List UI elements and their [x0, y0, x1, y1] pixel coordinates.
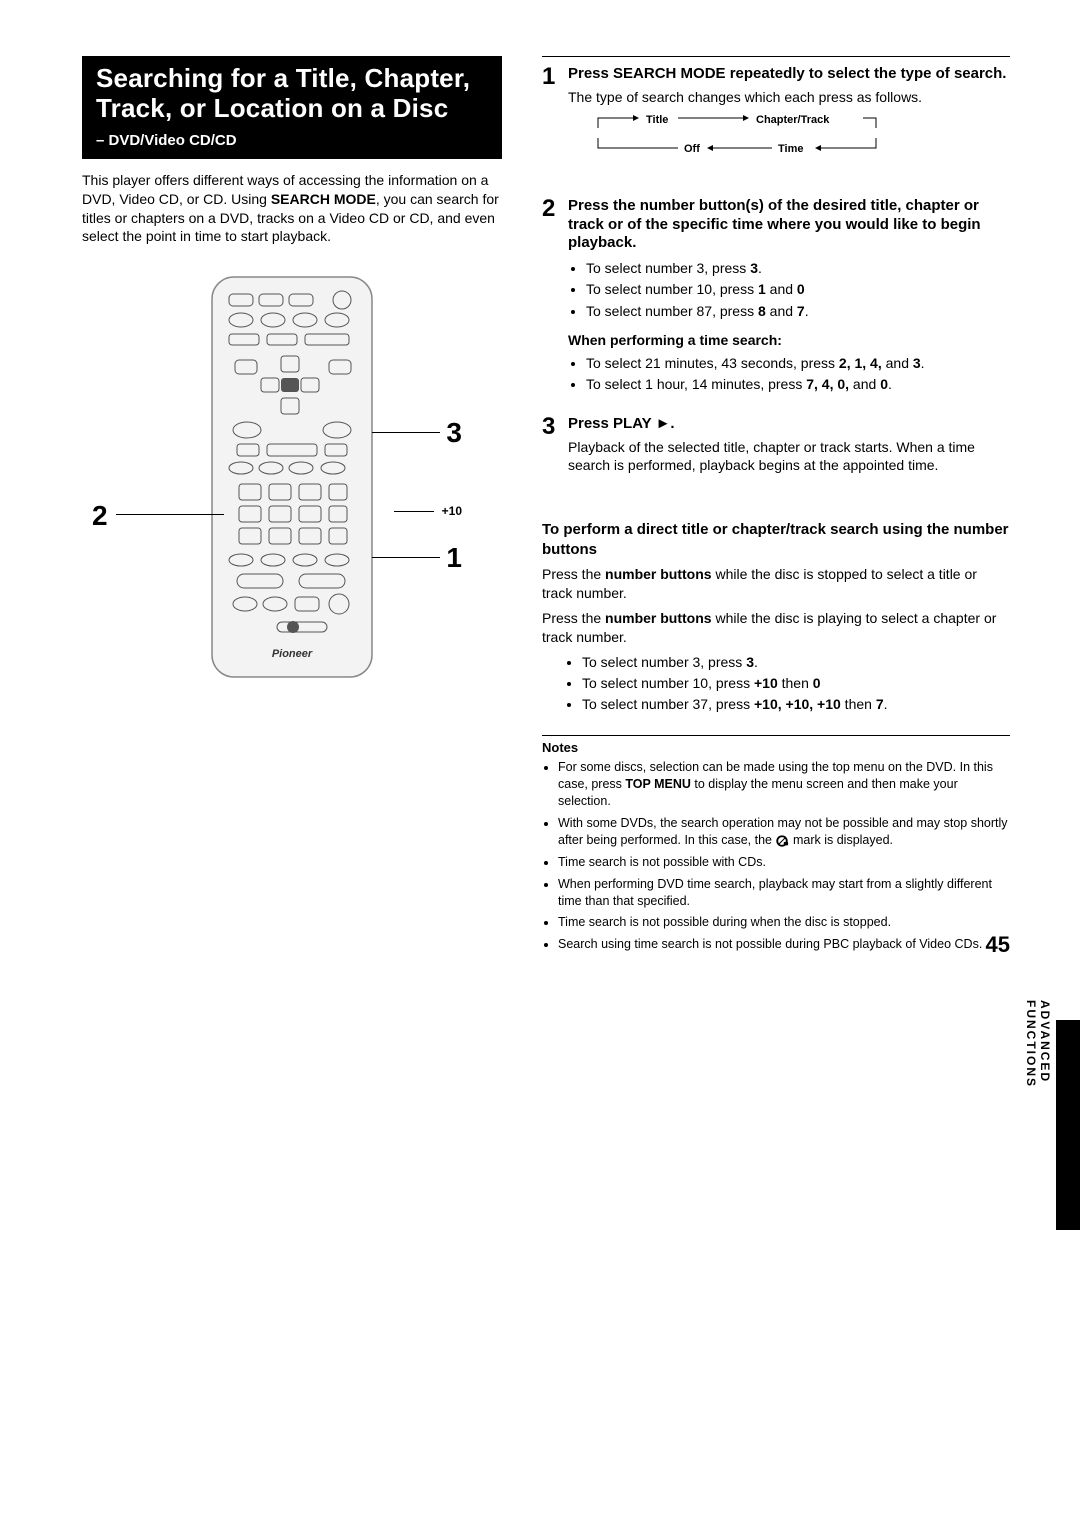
step-1: 1 Press SEARCH MODE repeatedly to select…: [542, 65, 1010, 179]
remote-callout-3: 3: [446, 417, 462, 449]
list-item: When performing DVD time search, playbac…: [558, 876, 1010, 910]
left-column: Searching for a Title, Chapter, Track, o…: [82, 56, 502, 958]
remote-callout-2: 2: [92, 500, 108, 532]
step-title: Press PLAY ►.: [568, 415, 1010, 434]
direct-p2: Press the number buttons while the disc …: [542, 609, 1010, 647]
list-item: To select number 10, press +10 then 0: [582, 674, 1010, 692]
list-item: Time search is not possible with CDs.: [558, 854, 1010, 871]
step2-bullets: To select number 3, press 3. To select n…: [568, 259, 1010, 320]
intro-paragraph: This player offers different ways of acc…: [82, 171, 502, 247]
remote-control-icon: Pioneer: [207, 272, 377, 692]
direct-search-heading: To perform a direct title or chapter/tra…: [542, 520, 1010, 559]
list-item: To select number 3, press 3.: [586, 259, 1010, 277]
notes-list: For some discs, selection can be made us…: [542, 759, 1010, 953]
side-tab-label: ADVANCED FUNCTIONS: [1024, 1000, 1052, 1088]
remote-callout-1: 1: [446, 542, 462, 574]
list-item: With some DVDs, the search operation may…: [558, 815, 1010, 849]
play-icon: ►: [656, 415, 671, 432]
list-item: To select 1 hour, 14 minutes, press 7, 4…: [586, 375, 1010, 393]
direct-bullets: To select number 3, press 3. To select n…: [542, 653, 1010, 714]
notes-heading: Notes: [542, 740, 1010, 755]
columns: Searching for a Title, Chapter, Track, o…: [82, 56, 1010, 958]
time-search-subhead: When performing a time search:: [568, 332, 1010, 348]
svg-text:Off: Off: [684, 143, 700, 155]
svg-text:Title: Title: [646, 114, 668, 126]
list-item: To select number 10, press 1 and 0: [586, 280, 1010, 298]
direct-p1: Press the number buttons while the disc …: [542, 565, 1010, 603]
list-item: To select number 3, press 3.: [582, 653, 1010, 671]
step-desc: Playback of the selected title, chapter …: [568, 438, 1010, 474]
page-number: 45: [986, 932, 1010, 958]
prohibit-icon: [775, 834, 789, 848]
step-number: 3: [542, 415, 568, 474]
callout-line-1: [372, 557, 440, 558]
list-item: Search using time search is not possible…: [558, 936, 1010, 953]
right-column: 1 Press SEARCH MODE repeatedly to select…: [542, 56, 1010, 958]
step-2: 2 Press the number button(s) of the desi…: [542, 197, 1010, 397]
step-number: 1: [542, 65, 568, 179]
step-title: Press the number button(s) of the desire…: [568, 197, 1010, 253]
step2-bullets-time: To select 21 minutes, 43 seconds, press …: [568, 354, 1010, 393]
step-body: Press the number button(s) of the desire…: [568, 197, 1010, 397]
remote-illustration: 2 3 +10 1: [82, 272, 502, 692]
callout-line-3: [372, 432, 440, 433]
rule-top: [542, 56, 1010, 57]
callout-line-plus10: [394, 511, 434, 512]
list-item: Time search is not possible during when …: [558, 914, 1010, 931]
list-item: To select number 87, press 8 and 7.: [586, 302, 1010, 320]
plus-10-label: +10: [442, 504, 462, 518]
svg-text:Chapter/Track: Chapter/Track: [756, 114, 830, 126]
step-title: Press SEARCH MODE repeatedly to select t…: [568, 65, 1010, 84]
svg-text:Time: Time: [778, 143, 803, 155]
list-item: To select 21 minutes, 43 seconds, press …: [586, 354, 1010, 372]
step-desc: The type of search changes which each pr…: [568, 88, 1010, 106]
list-item: For some discs, selection can be made us…: [558, 759, 1010, 810]
step-body: Press PLAY ►. Playback of the selected t…: [568, 415, 1010, 474]
list-item: To select number 37, press +10, +10, +10…: [582, 695, 1010, 713]
page-title: Searching for a Title, Chapter, Track, o…: [96, 64, 488, 124]
side-tab: [1056, 1020, 1080, 1230]
intro-bold: SEARCH MODE: [271, 191, 376, 207]
page-root: Searching for a Title, Chapter, Track, o…: [0, 0, 1080, 998]
notes-rule: [542, 735, 1010, 736]
page-subtitle: – DVD/Video CD/CD: [96, 132, 488, 149]
step-body: Press SEARCH MODE repeatedly to select t…: [568, 65, 1010, 179]
title-block: Searching for a Title, Chapter, Track, o…: [82, 56, 502, 159]
callout-line-2: [116, 514, 224, 515]
remote-brand-text: Pioneer: [272, 648, 313, 660]
search-cycle-diagram: Title Chapter/Track Time Off: [588, 114, 1010, 171]
step-number: 2: [542, 197, 568, 397]
step-3: 3 Press PLAY ►. Playback of the selected…: [542, 415, 1010, 474]
notes-block: Notes For some discs, selection can be m…: [542, 735, 1010, 953]
